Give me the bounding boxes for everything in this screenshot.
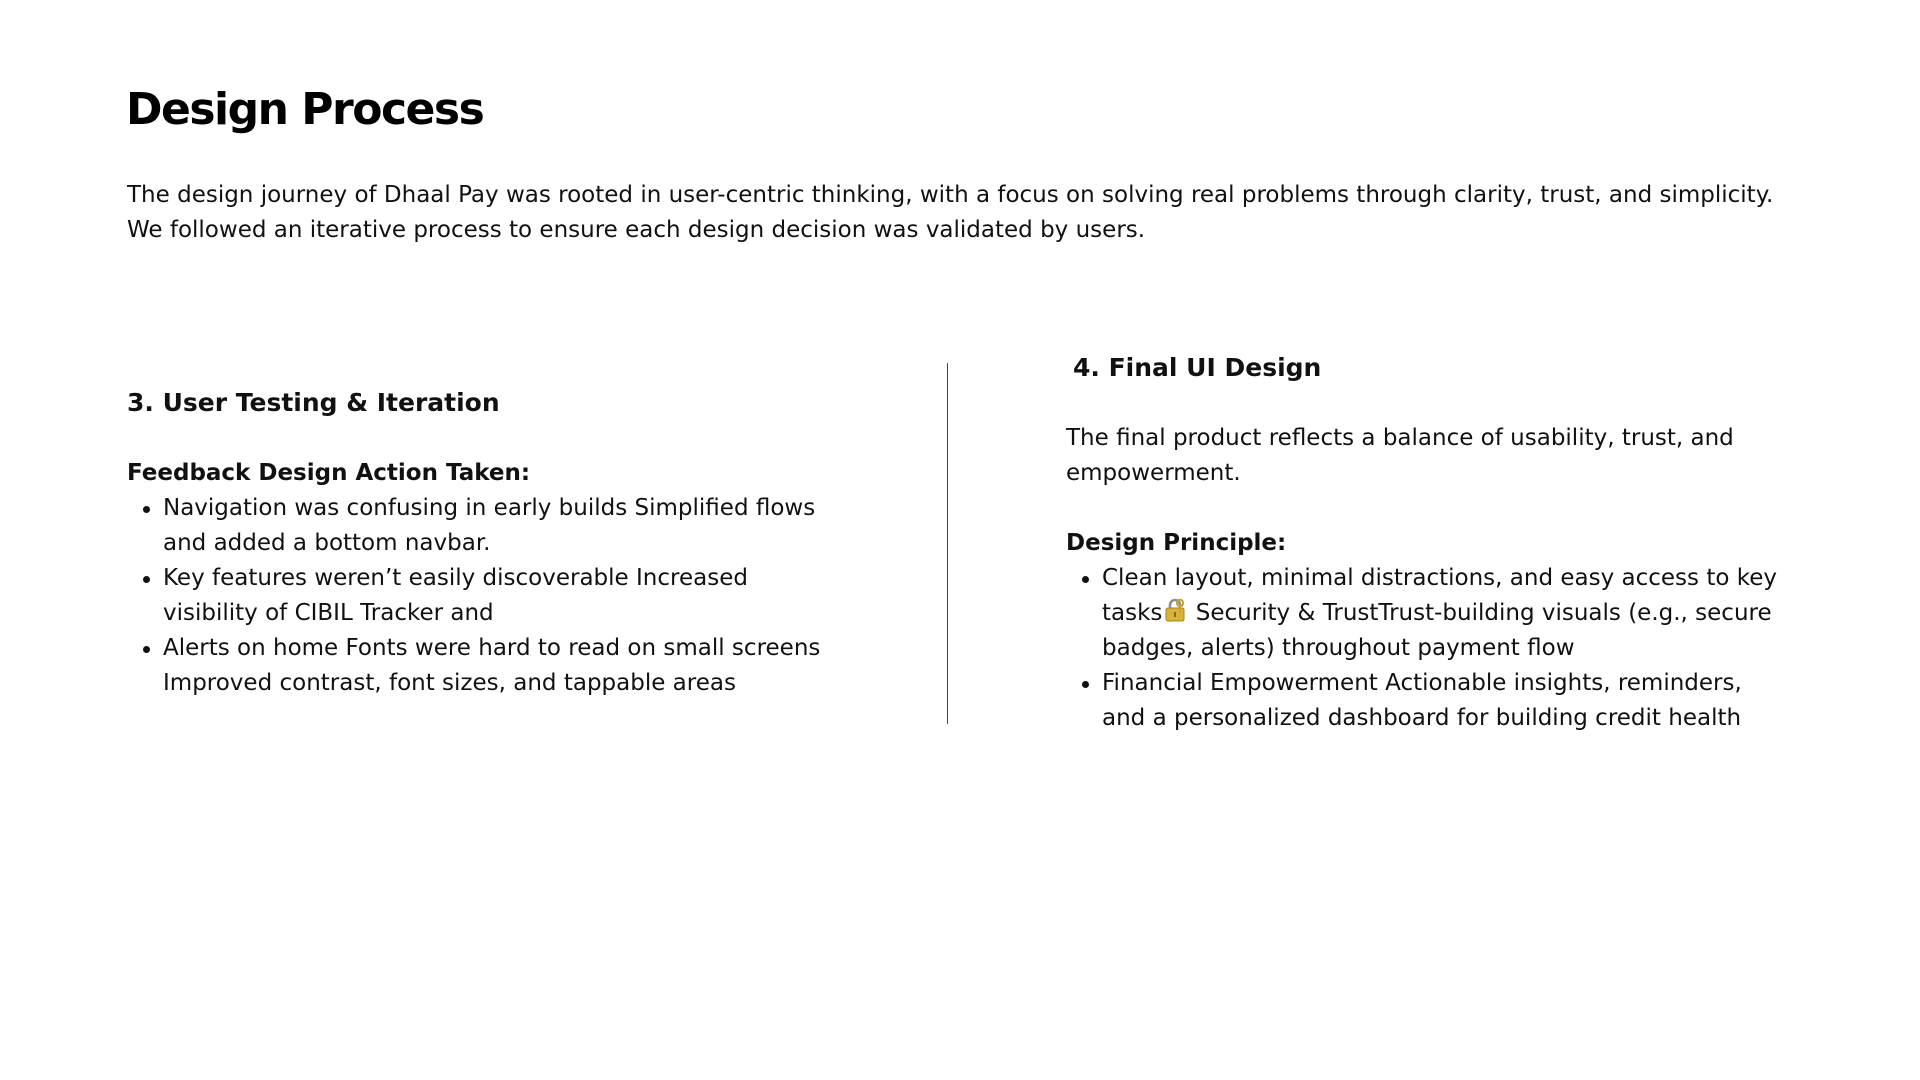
page-title: Design Process bbox=[126, 84, 485, 135]
principle-list: Clean layout, minimal distractions, and … bbox=[1066, 561, 1786, 736]
column-divider bbox=[947, 363, 948, 724]
list-item: Navigation was confusing in early builds… bbox=[143, 491, 847, 561]
list-item: Key features weren’t easily discoverable… bbox=[143, 561, 847, 631]
principle-text: Security & TrustTrust-building visuals (… bbox=[1102, 600, 1772, 661]
feedback-list: Navigation was confusing in early builds… bbox=[127, 491, 847, 701]
feedback-label: Feedback Design Action Taken: bbox=[127, 460, 531, 486]
final-ui-section: 4. Final UI Design The final product ref… bbox=[1066, 350, 1786, 736]
list-item: Clean layout, minimal distractions, and … bbox=[1082, 561, 1786, 666]
intro-paragraph: The design journey of Dhaal Pay was root… bbox=[127, 182, 1774, 243]
design-principle-label: Design Principle: bbox=[1066, 530, 1287, 556]
list-item: Alerts on home Fonts were hard to read o… bbox=[143, 631, 847, 701]
final-ui-description: The final product reflects a balance of … bbox=[1066, 425, 1734, 486]
user-testing-title: 3. User Testing & Iteration bbox=[127, 388, 500, 417]
final-ui-title: 4. Final UI Design bbox=[1073, 353, 1322, 382]
user-testing-section: 3. User Testing & Iteration Feedback Des… bbox=[127, 385, 847, 701]
lock-with-key-icon bbox=[1164, 598, 1186, 622]
list-item: Financial Empowerment Actionable insight… bbox=[1082, 666, 1786, 736]
